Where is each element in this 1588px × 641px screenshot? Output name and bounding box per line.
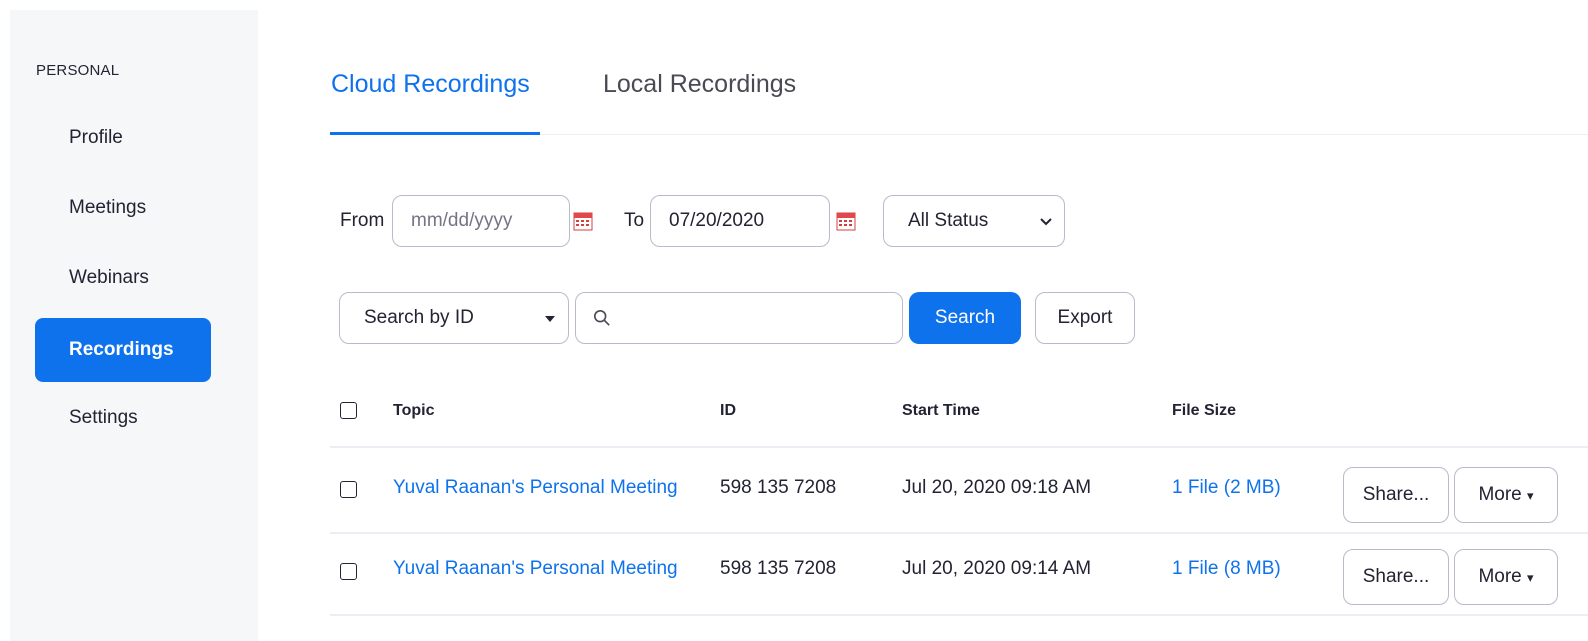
row-checkbox[interactable] (340, 563, 357, 580)
column-header-topic: Topic (393, 402, 435, 419)
caret-down-icon (545, 316, 555, 322)
calendar-icon[interactable] (836, 211, 856, 231)
search-by-value: Search by ID (364, 307, 474, 328)
sidebar-item-label: Meetings (69, 197, 147, 218)
sidebar-item-label: Recordings (69, 339, 174, 360)
search-button[interactable]: Search (909, 292, 1021, 344)
sidebar-item-profile[interactable]: Profile (35, 106, 211, 170)
row-divider (330, 532, 1588, 534)
column-header-start-time: Start Time (902, 402, 980, 419)
search-icon (593, 309, 610, 326)
sidebar-item-settings[interactable]: Settings (35, 386, 211, 450)
status-select-value: All Status (908, 210, 989, 231)
select-all-checkbox[interactable] (340, 402, 357, 419)
share-button[interactable]: Share... (1343, 549, 1449, 605)
to-label: To (624, 210, 645, 231)
sidebar-item-label: Profile (69, 127, 123, 148)
file-size-link[interactable]: 1 File (8 MB) (1172, 558, 1281, 580)
column-header-file-size: File Size (1172, 402, 1237, 419)
meeting-id: 598 135 7208 (720, 477, 837, 498)
more-button-label: More (1478, 484, 1522, 505)
file-size-link[interactable]: 1 File (2 MB) (1172, 477, 1281, 499)
sidebar-item-label: Webinars (69, 267, 149, 288)
share-button-label: Share... (1362, 484, 1430, 505)
share-button-label: Share... (1362, 566, 1430, 587)
sidebar-item-recordings[interactable]: Recordings (35, 318, 211, 382)
sidebar-item-meetings[interactable]: Meetings (35, 176, 211, 240)
sidebar-section-label: PERSONAL (36, 62, 120, 79)
caret-down-icon: ▾ (1527, 488, 1534, 503)
export-button[interactable]: Export (1035, 292, 1135, 344)
row-checkbox[interactable] (340, 481, 357, 498)
header-divider (330, 446, 1588, 448)
search-by-select[interactable]: Search by ID (339, 292, 569, 344)
search-input[interactable] (575, 292, 903, 344)
caret-down-icon: ▾ (1527, 570, 1534, 585)
more-button-label: More (1478, 566, 1522, 587)
to-date-input[interactable]: 07/20/2020 (650, 195, 830, 247)
active-tab-underline (330, 132, 540, 135)
share-button[interactable]: Share... (1343, 467, 1449, 523)
start-time: Jul 20, 2020 09:14 AM (902, 558, 1092, 579)
recording-topic-link[interactable]: Yuval Raanan's Personal Meeting (393, 477, 678, 499)
recording-topic-link[interactable]: Yuval Raanan's Personal Meeting (393, 558, 678, 580)
meeting-id: 598 135 7208 (720, 558, 837, 579)
more-button[interactable]: More ▾ (1454, 549, 1558, 605)
start-time: Jul 20, 2020 09:18 AM (902, 477, 1092, 498)
tab-local-recordings[interactable]: Local Recordings (603, 70, 796, 99)
from-date-input[interactable]: mm/dd/yyyy (392, 195, 570, 247)
status-select[interactable]: All Status (883, 195, 1065, 247)
more-button[interactable]: More ▾ (1454, 467, 1558, 523)
column-header-id: ID (720, 402, 736, 419)
sidebar-item-label: Settings (69, 407, 138, 428)
tab-cloud-recordings[interactable]: Cloud Recordings (331, 70, 530, 99)
from-label: From (340, 210, 385, 231)
chevron-down-icon (1040, 218, 1052, 226)
sidebar-item-webinars[interactable]: Webinars (35, 246, 211, 310)
calendar-icon[interactable] (573, 211, 593, 231)
row-divider (330, 614, 1588, 616)
